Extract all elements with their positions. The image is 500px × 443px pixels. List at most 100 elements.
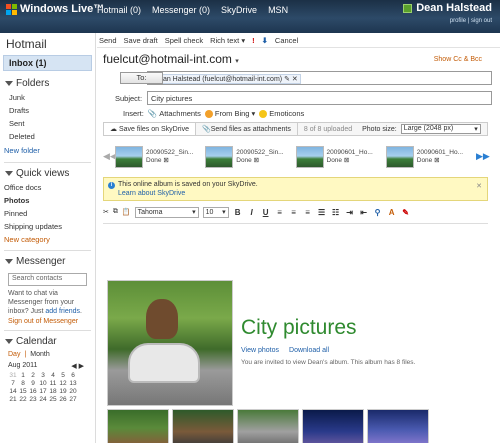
attachments-button[interactable]: 📎 Attachments <box>148 109 201 118</box>
calendar-day[interactable]: 21 <box>8 396 18 403</box>
sidebar-item-deleted[interactable]: Deleted <box>0 130 95 143</box>
bold-icon[interactable]: B <box>233 208 243 217</box>
learn-skydrive-link[interactable]: Learn about SkyDrive <box>118 190 481 197</box>
tab-save-on-skydrive[interactable]: ☁ Save files on SkyDrive <box>104 123 196 135</box>
calendar-day[interactable]: 5 <box>58 372 68 379</box>
calendar-day[interactable]: 2 <box>28 372 38 379</box>
save-draft-button[interactable]: Save draft <box>124 36 158 45</box>
add-friends-link[interactable]: add friends <box>45 308 80 315</box>
underline-icon[interactable]: U <box>261 208 271 217</box>
to-field[interactable]: Dean Halstead (fuelcut@hotmail-int.com) … <box>147 71 492 85</box>
nav-hotmail[interactable]: Hotmail (0) <box>97 5 141 15</box>
calendar-day[interactable]: 22 <box>18 396 28 403</box>
bullets-icon[interactable]: ☰ <box>317 208 327 217</box>
photo-size-select[interactable]: Large (2048 px) ▾ <box>400 124 481 134</box>
thumbnail-item[interactable]: 20090522_Sin... Done ⊠ <box>115 141 203 172</box>
sidebar-item-sent[interactable]: Sent <box>0 117 95 130</box>
font-select[interactable]: Tahoma ▾ <box>134 206 199 218</box>
sidebar-item-pinned[interactable]: Pinned <box>0 207 95 220</box>
nav-msn[interactable]: MSN <box>268 5 288 15</box>
calendar-day[interactable]: 20 <box>68 388 78 395</box>
remove-icon[interactable]: ⊠ <box>163 157 168 164</box>
link-icon[interactable]: ⚲ <box>373 208 383 217</box>
recipient-pill[interactable]: Dean Halstead (fuelcut@hotmail-int.com) … <box>151 74 301 84</box>
avatar[interactable] <box>403 3 413 13</box>
thumbnail-item[interactable]: 20090601_Ho... Done ⊠ <box>295 141 384 172</box>
align-right-icon[interactable]: ≡ <box>303 208 313 217</box>
highlight-icon[interactable]: A <box>387 208 397 217</box>
scroll-left-icon[interactable]: ◀◀ <box>103 151 117 162</box>
sign-out-link[interactable]: sign out <box>471 18 492 24</box>
calendar-day[interactable]: 4 <box>48 372 58 379</box>
to-button[interactable]: To: <box>120 72 163 84</box>
align-left-icon[interactable]: ≡ <box>275 208 285 217</box>
sidebar-item-junk[interactable]: Junk <box>0 91 95 104</box>
low-importance-icon[interactable]: ⬇ <box>262 36 268 45</box>
remove-icon[interactable]: ⊠ <box>344 157 349 164</box>
remove-icon[interactable]: ✕ <box>292 76 298 83</box>
nav-skydrive[interactable]: SkyDrive <box>221 5 257 15</box>
calendar-day[interactable]: 19 <box>58 388 68 395</box>
windows-live-logo[interactable]: Windows Live™ <box>6 3 104 15</box>
calendar-day[interactable]: 6 <box>68 372 78 379</box>
calendar-day[interactable]: 13 <box>68 380 78 387</box>
calendar-day[interactable]: 9 <box>28 380 38 387</box>
cut-icon[interactable]: ✂ <box>103 208 109 216</box>
send-button[interactable]: Send <box>99 36 117 45</box>
folders-header[interactable]: Folders <box>0 73 95 91</box>
paste-icon[interactable]: 📋 <box>122 208 131 216</box>
rich-text-button[interactable]: Rich text ▾ <box>210 36 245 45</box>
thumbnail-item[interactable]: 20090522_Sin... Done ⊠ <box>205 141 293 172</box>
tab-day[interactable]: Day <box>8 351 20 358</box>
calendar-header[interactable]: Calendar <box>0 331 95 349</box>
sidebar-item-shipping[interactable]: Shipping updates <box>0 220 95 233</box>
close-icon[interactable]: ✕ <box>476 182 482 190</box>
calendar-day[interactable]: 27 <box>68 396 78 403</box>
font-color-icon[interactable]: ✎ <box>401 208 411 217</box>
sidebar-item-inbox[interactable]: Inbox (1) <box>3 55 92 71</box>
align-center-icon[interactable]: ≡ <box>289 208 299 217</box>
edit-icon[interactable]: ✎ <box>284 76 290 83</box>
calendar-nav[interactable]: ◀ ▶ <box>71 362 84 370</box>
search-contacts-input[interactable]: Search contacts <box>8 273 87 286</box>
sign-out-messenger-link[interactable]: Sign out of Messenger <box>0 317 95 326</box>
calendar-day[interactable]: 15 <box>18 388 28 395</box>
hotmail-title[interactable]: Hotmail <box>0 33 95 53</box>
calendar-day[interactable]: 12 <box>58 380 68 387</box>
messenger-header[interactable]: Messenger <box>0 251 95 269</box>
message-body[interactable]: City pictures View photos Download all Y… <box>103 223 488 443</box>
calendar-day[interactable]: 7 <box>8 380 18 387</box>
remove-icon[interactable]: ⊠ <box>434 157 439 164</box>
calendar-day[interactable]: 26 <box>58 396 68 403</box>
calendar-day[interactable]: 18 <box>48 388 58 395</box>
calendar-day[interactable]: 23 <box>28 396 38 403</box>
calendar-day[interactable]: 16 <box>28 388 38 395</box>
view-photos-link[interactable]: View photos <box>241 347 279 354</box>
profile-link[interactable]: profile <box>450 18 466 24</box>
download-all-link[interactable]: Download all <box>289 347 329 354</box>
calendar-day[interactable]: 14 <box>8 388 18 395</box>
calendar-day[interactable]: 1 <box>18 372 28 379</box>
calendar-day[interactable]: 31 <box>8 372 18 379</box>
calendar-day[interactable]: 24 <box>38 396 48 403</box>
from-bing-button[interactable]: From Bing ▾ <box>204 109 255 118</box>
sidebar-item-office-docs[interactable]: Office docs <box>0 181 95 194</box>
scroll-right-icon[interactable]: ▶▶ <box>476 151 490 162</box>
italic-icon[interactable]: I <box>247 208 257 217</box>
emoticons-button[interactable]: Emoticons <box>259 109 304 118</box>
subject-input[interactable]: City pictures <box>147 91 492 105</box>
calendar-day[interactable]: 11 <box>48 380 58 387</box>
calendar-day[interactable]: 10 <box>38 380 48 387</box>
remove-icon[interactable]: ⊠ <box>254 157 259 164</box>
from-address[interactable]: fuelcut@hotmail-int.com ▾ <box>103 52 239 66</box>
thumbnail-item[interactable]: 20090601_Ho... Done ⊠ <box>385 141 474 172</box>
new-category-link[interactable]: New category <box>0 233 95 246</box>
numbering-icon[interactable]: ☷ <box>331 208 341 217</box>
calendar-day[interactable]: 17 <box>38 388 48 395</box>
spell-check-button[interactable]: Spell check <box>165 36 203 45</box>
tab-send-as-attachments[interactable]: 📎 Send files as attachments <box>196 123 298 135</box>
copy-icon[interactable]: ⧉ <box>113 208 118 216</box>
user-name[interactable]: Dean Halstead <box>416 2 492 14</box>
calendar-day[interactable]: 25 <box>48 396 58 403</box>
quick-views-header[interactable]: Quick views <box>0 163 95 181</box>
